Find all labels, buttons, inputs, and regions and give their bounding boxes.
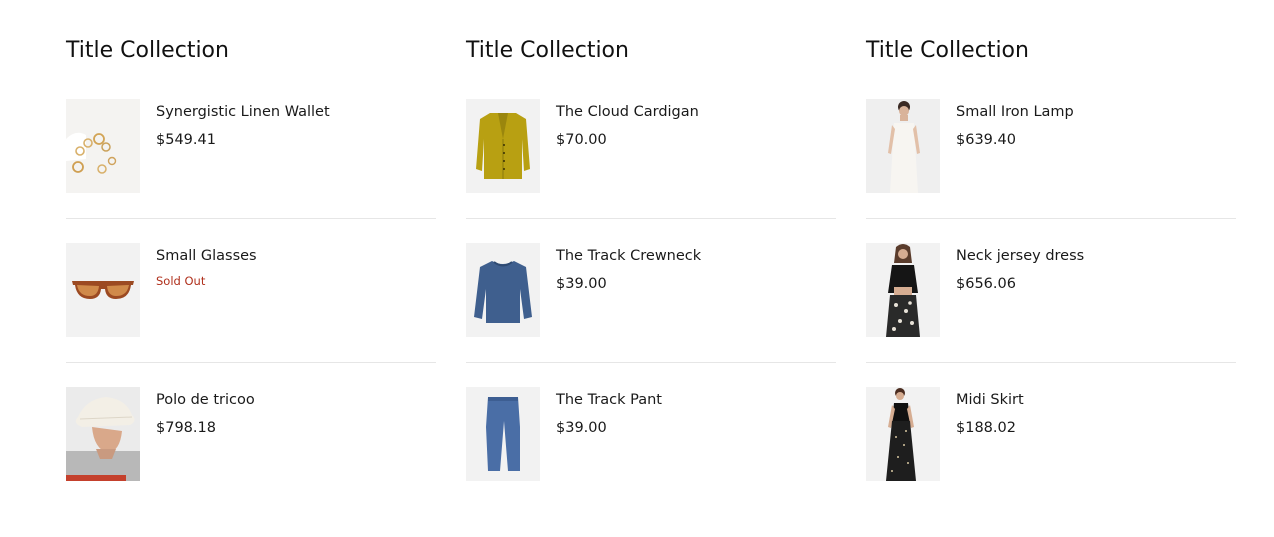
product-name[interactable]: Small Glasses (156, 248, 257, 264)
product-list: The Cloud Cardigan $70.00 The Track Crew… (466, 99, 836, 482)
divider (866, 362, 1236, 363)
product-name[interactable]: Small Iron Lamp (956, 104, 1074, 120)
woman-black-midi-skirt-image[interactable] (866, 387, 940, 481)
product-item[interactable]: Midi Skirt $188.02 (866, 387, 1236, 482)
woman-black-top-floral-skirt-image[interactable] (866, 243, 940, 337)
divider (466, 218, 836, 219)
product-item[interactable]: The Track Pant $39.00 (466, 387, 836, 482)
divider (466, 362, 836, 363)
product-item[interactable]: Synergistic Linen Wallet $549.41 (66, 99, 436, 194)
sold-out-badge: Sold Out (156, 274, 206, 288)
product-price: $549.41 (156, 132, 216, 148)
product-price: $70.00 (556, 132, 607, 148)
woman-white-dress-image[interactable] (866, 99, 940, 193)
product-name[interactable]: The Track Pant (556, 392, 662, 408)
collection-title: Title Collection (866, 38, 1029, 63)
product-item[interactable]: Small Glasses Sold Out (66, 243, 436, 338)
divider (66, 218, 436, 219)
product-name[interactable]: Midi Skirt (956, 392, 1024, 408)
product-item[interactable]: Small Iron Lamp $639.40 (866, 99, 1236, 194)
product-price: $39.00 (556, 420, 607, 436)
product-price: $656.06 (956, 276, 1016, 292)
divider (66, 362, 436, 363)
product-price: $188.02 (956, 420, 1016, 436)
blue-track-pant-image[interactable] (466, 387, 540, 481)
gold-rings-image[interactable] (66, 99, 140, 193)
product-item[interactable]: The Cloud Cardigan $70.00 (466, 99, 836, 194)
product-list: Small Iron Lamp $639.40 Neck jersey dres… (866, 99, 1236, 482)
product-price: $639.40 (956, 132, 1016, 148)
collection-title: Title Collection (466, 38, 629, 63)
product-name[interactable]: Neck jersey dress (956, 248, 1084, 264)
product-name[interactable]: Synergistic Linen Wallet (156, 104, 330, 120)
product-list: Synergistic Linen Wallet $549.41 Small G… (66, 99, 436, 482)
product-name[interactable]: The Track Crewneck (556, 248, 701, 264)
product-price: $39.00 (556, 276, 607, 292)
blue-crewneck-image[interactable] (466, 243, 540, 337)
product-item[interactable]: Polo de tricoo $798.18 (66, 387, 436, 482)
sunglasses-image[interactable] (66, 243, 140, 337)
product-item[interactable]: The Track Crewneck $39.00 (466, 243, 836, 338)
man-bucket-hat-image[interactable] (66, 387, 140, 481)
product-name[interactable]: The Cloud Cardigan (556, 104, 699, 120)
divider (866, 218, 1236, 219)
collections-grid: Title Collection Synergistic Linen Walle… (0, 0, 1274, 537)
collection-title: Title Collection (66, 38, 229, 63)
product-item[interactable]: Neck jersey dress $656.06 (866, 243, 1236, 338)
product-price: $798.18 (156, 420, 216, 436)
product-name[interactable]: Polo de tricoo (156, 392, 255, 408)
yellow-cardigan-image[interactable] (466, 99, 540, 193)
